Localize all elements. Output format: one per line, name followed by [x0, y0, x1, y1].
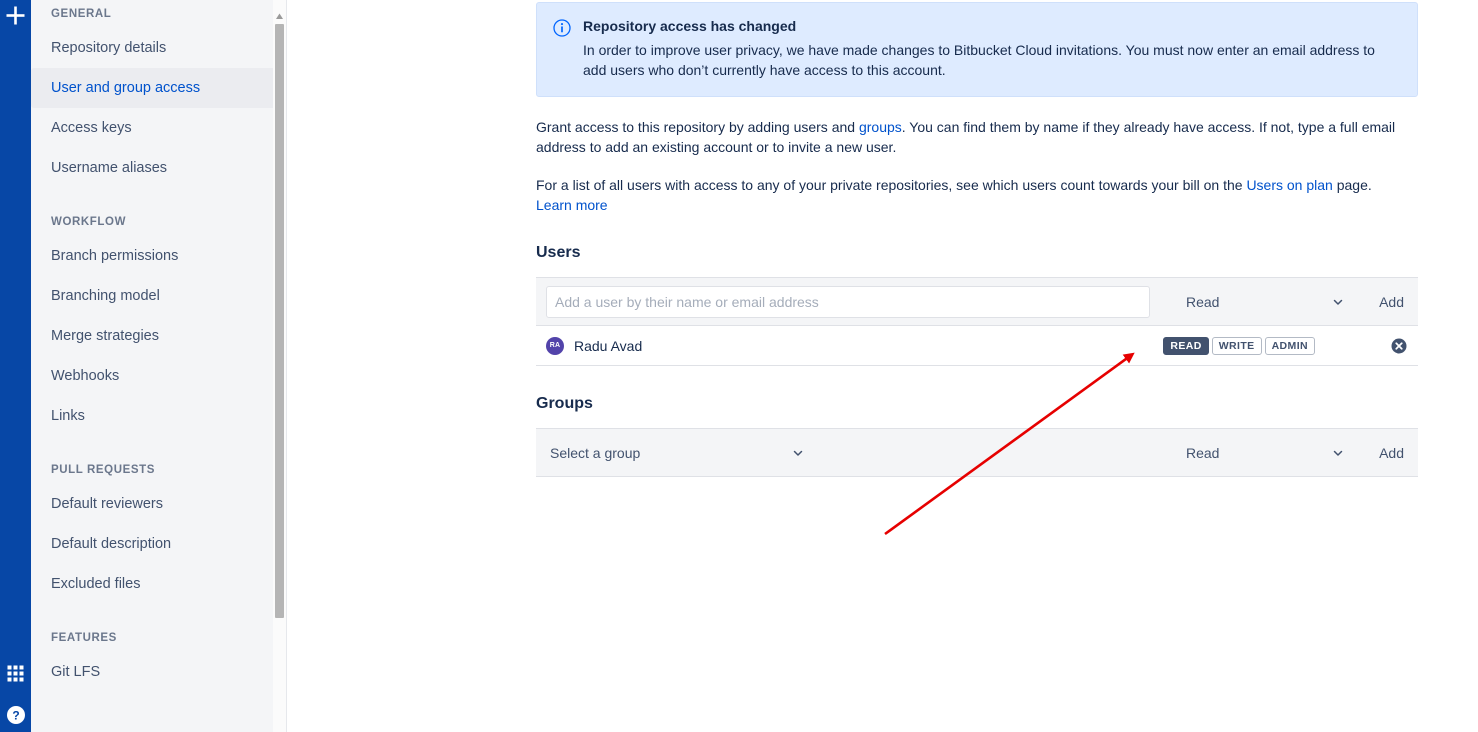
intro-paragraph-1: Grant access to this repository by addin…	[536, 117, 1418, 157]
sidebar-scrollbar-track[interactable]	[273, 0, 286, 732]
main-content: Repository access has changed In order t…	[287, 0, 1478, 732]
sidebar-item-merge-strategies[interactable]: Merge strategies	[31, 316, 284, 356]
sidebar-item-webhooks[interactable]: Webhooks	[31, 356, 284, 396]
group-select-cell: Select a group	[546, 437, 1180, 469]
users-table: Read Add RA Radu Avad READ WRITE	[536, 277, 1418, 366]
question-circle-icon: ?	[6, 705, 25, 724]
intro-paragraph-2: For a list of all users with access to a…	[536, 175, 1418, 215]
add-group-row: Select a group Read Add	[536, 429, 1418, 477]
intro-p2-before: For a list of all users with access to a…	[536, 177, 1247, 193]
svg-text:?: ?	[12, 708, 19, 722]
add-group-button[interactable]: Add	[1350, 444, 1412, 462]
chevron-down-icon	[1333, 299, 1343, 305]
sidebar-item-branching-model[interactable]: Branching model	[31, 276, 284, 316]
chevron-down-icon	[793, 450, 803, 456]
group-select-value: Select a group	[550, 444, 641, 461]
global-nav-rail: ?	[0, 0, 31, 732]
groups-heading: Groups	[536, 395, 593, 412]
remove-user-button[interactable]	[1386, 333, 1412, 359]
add-user-button[interactable]: Add	[1350, 293, 1412, 311]
sidebar-section-features: FEATURES	[51, 632, 117, 644]
permission-admin-button[interactable]: ADMIN	[1264, 336, 1315, 355]
sidebar-divider-1	[31, 188, 286, 208]
sidebar-item-default-reviewers[interactable]: Default reviewers	[31, 484, 284, 524]
sidebar-item-links[interactable]: Links	[31, 396, 284, 436]
repository-access-banner: Repository access has changed In order t…	[536, 2, 1418, 97]
permission-toggle-group: READ WRITE ADMIN	[1163, 336, 1318, 355]
avatar: RA	[546, 336, 564, 355]
groups-link[interactable]: groups	[859, 119, 902, 135]
user-permission-select[interactable]: Read	[1180, 286, 1350, 318]
group-permission-select[interactable]: Read	[1180, 437, 1350, 469]
sidebar-item-excluded-files[interactable]: Excluded files	[31, 564, 284, 604]
info-circle-icon	[553, 17, 571, 80]
banner-title: Repository access has changed	[583, 18, 797, 34]
sidebar-item-username-aliases[interactable]: Username aliases	[31, 148, 284, 188]
remove-circle-icon	[1391, 338, 1407, 353]
sidebar-item-git-lfs[interactable]: Git LFS	[31, 652, 284, 692]
app-switcher-button[interactable]	[0, 658, 31, 689]
sidebar-scrollbar-thumb[interactable]	[275, 24, 284, 618]
sidebar-divider-2	[31, 436, 286, 456]
sidebar-nav-list: GENERAL Repository details User and grou…	[31, 0, 286, 692]
intro-p2-after: page.	[1332, 177, 1372, 193]
table-row: RA Radu Avad READ WRITE ADMIN	[536, 326, 1418, 366]
sidebar-divider-3	[31, 604, 286, 624]
groups-table: Select a group Read Add	[536, 428, 1418, 477]
intro-p1-before: Grant access to this repository by addin…	[536, 119, 859, 135]
banner-body: Repository access has changed In order t…	[583, 17, 1401, 80]
permission-read-button[interactable]: READ	[1163, 336, 1209, 355]
sidebar-section-workflow: WORKFLOW	[51, 216, 127, 228]
users-heading: Users	[536, 244, 581, 261]
help-button[interactable]: ?	[0, 699, 31, 730]
add-user-input-cell	[546, 285, 1180, 318]
users-on-plan-link[interactable]: Users on plan	[1246, 177, 1332, 193]
banner-text: In order to improve user privacy, we hav…	[583, 42, 1375, 78]
settings-sidebar: GENERAL Repository details User and grou…	[31, 0, 287, 732]
sidebar-item-branch-permissions[interactable]: Branch permissions	[31, 236, 284, 276]
sidebar-item-access-keys[interactable]: Access keys	[31, 108, 284, 148]
plus-icon	[6, 6, 25, 25]
settings-panel: Repository access has changed In order t…	[536, 0, 1418, 477]
group-permission-value: Read	[1186, 444, 1220, 461]
sidebar-section-pull-requests: PULL REQUESTS	[51, 464, 156, 476]
group-select[interactable]: Select a group	[546, 437, 808, 469]
app-root: ? GENERAL Repository details User and gr…	[0, 0, 1478, 732]
grid-apps-icon	[7, 665, 24, 682]
sidebar-item-repository-details[interactable]: Repository details	[31, 28, 284, 68]
sidebar-item-default-description[interactable]: Default description	[31, 524, 284, 564]
sidebar-item-user-and-group-access[interactable]: User and group access	[31, 68, 284, 108]
add-user-input[interactable]	[546, 285, 1150, 318]
chevron-down-icon	[1333, 450, 1343, 456]
scroll-up-arrow-icon[interactable]	[275, 12, 284, 21]
permission-write-button[interactable]: WRITE	[1211, 336, 1262, 355]
create-button[interactable]	[0, 0, 31, 31]
user-permission-value: Read	[1186, 293, 1220, 310]
sidebar-section-general: GENERAL	[51, 8, 112, 20]
user-identity-cell: RA Radu Avad	[546, 336, 1163, 355]
learn-more-link[interactable]: Learn more	[536, 197, 608, 213]
add-user-row: Read Add	[536, 278, 1418, 326]
user-name: Radu Avad	[574, 337, 643, 354]
